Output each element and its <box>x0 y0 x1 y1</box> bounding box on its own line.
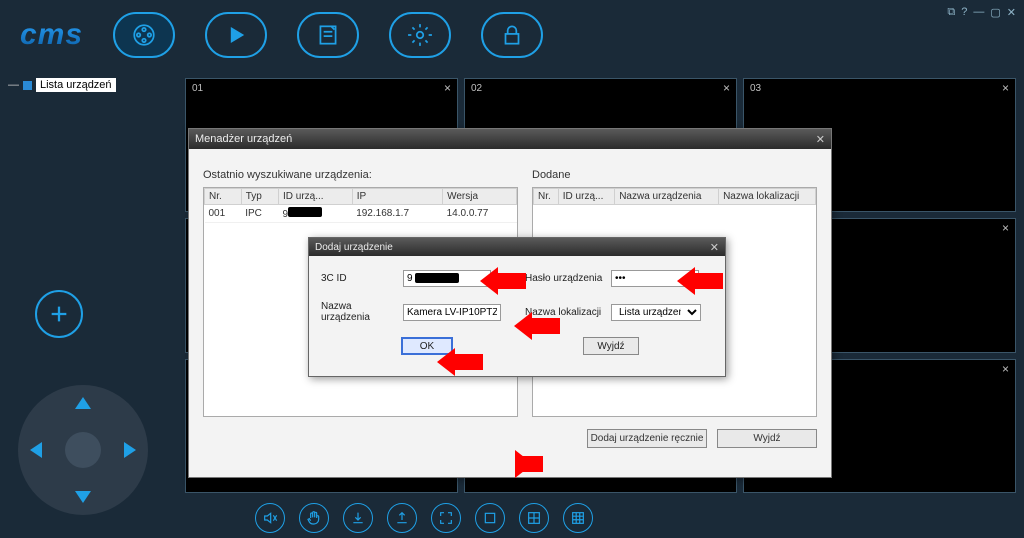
tile-close-icon[interactable]: × <box>1002 362 1009 376</box>
export-button[interactable] <box>387 503 417 533</box>
window-dualscreen-icon[interactable]: ⧉ <box>947 6 955 19</box>
ptz-center-button[interactable] <box>65 432 101 468</box>
tile-close-icon[interactable]: × <box>1002 221 1009 235</box>
app-header: cms ⧉ ? — ▢ ✕ <box>0 0 1024 70</box>
film-reel-icon <box>131 22 157 48</box>
password-label: Hasło urządzenia <box>525 273 603 284</box>
grid4-icon <box>526 510 542 526</box>
device-tree-panel: — Lista urządzeń <box>0 70 170 370</box>
tree-expander-icon[interactable]: — <box>8 79 19 91</box>
password-input[interactable] <box>611 270 699 287</box>
grid1-icon <box>482 510 498 526</box>
preview-toolbar <box>255 503 593 533</box>
add-manual-button[interactable]: Dodaj urządzenie ręcznie <box>587 429 707 448</box>
tree-root-label: Lista urządzeń <box>36 78 116 92</box>
id-label: 3C ID <box>321 273 395 284</box>
window-maximize-icon[interactable]: ▢ <box>990 6 1000 19</box>
add-device-close-icon[interactable]: ✕ <box>710 241 719 254</box>
tile-close-icon[interactable]: × <box>1002 81 1009 95</box>
ptz-up-button[interactable] <box>75 397 91 409</box>
import-icon <box>350 510 366 526</box>
tile-close-icon[interactable]: × <box>444 81 451 95</box>
add-device-exit-button[interactable]: Wyjdź <box>583 337 639 355</box>
window-controls: ⧉ ? — ▢ ✕ <box>947 6 1016 19</box>
fullscreen-button[interactable] <box>431 503 461 533</box>
location-label: Nazwa lokalizacji <box>525 307 603 318</box>
window-minimize-icon[interactable]: — <box>973 6 984 19</box>
tree-node-icon <box>23 81 32 90</box>
device-manager-title: Menadżer urządzeń <box>195 133 292 145</box>
table-row[interactable]: 001 IPC 9 192.168.1.7 14.0.0.77 <box>205 205 517 223</box>
nav-playback-button[interactable] <box>205 12 267 58</box>
nav-settings-button[interactable] <box>389 12 451 58</box>
added-devices-label: Dodane <box>532 169 817 181</box>
fullscreen-icon <box>438 510 454 526</box>
mute-icon <box>262 510 278 526</box>
window-close-icon[interactable]: ✕ <box>1007 6 1016 19</box>
add-device-button[interactable] <box>35 290 83 338</box>
add-device-title: Dodaj urządzenie <box>315 242 393 253</box>
play-icon <box>223 22 249 48</box>
ok-button[interactable]: OK <box>401 337 453 355</box>
nav-live-button[interactable] <box>113 12 175 58</box>
layout-9-button[interactable] <box>563 503 593 533</box>
recent-devices-label: Ostatnio wyszukiwane urządzenia: <box>203 169 518 181</box>
lock-icon <box>499 22 525 48</box>
app-logo: cms <box>20 18 83 52</box>
add-device-dialog: Dodaj urządzenie ✕ 3C ID Hasło urządzeni… <box>308 237 726 377</box>
ptz-left-button[interactable] <box>30 442 42 458</box>
import-button[interactable] <box>343 503 373 533</box>
tree-root-item[interactable]: — Lista urządzeń <box>8 78 162 92</box>
ptz-dpad <box>18 385 148 515</box>
layout-4-button[interactable] <box>519 503 549 533</box>
nav-log-button[interactable] <box>297 12 359 58</box>
pan-button[interactable] <box>299 503 329 533</box>
device-manager-titlebar[interactable]: Menadżer urządzeń ✕ <box>189 129 831 149</box>
device-manager-exit-button[interactable]: Wyjdź <box>717 429 817 448</box>
gear-icon <box>407 22 433 48</box>
tile-close-icon[interactable]: × <box>723 81 730 95</box>
grid9-icon <box>570 510 586 526</box>
layout-1-button[interactable] <box>475 503 505 533</box>
ptz-down-button[interactable] <box>75 491 91 503</box>
hand-icon <box>306 510 322 526</box>
plus-icon <box>48 303 70 325</box>
device-name-input[interactable] <box>403 304 501 321</box>
window-help-icon[interactable]: ? <box>961 6 967 19</box>
notes-icon <box>315 22 341 48</box>
mute-button[interactable] <box>255 503 285 533</box>
location-select[interactable]: Lista urządzeń <box>611 304 701 321</box>
device-name-label: Nazwa urządzenia <box>321 301 395 323</box>
add-device-titlebar[interactable]: Dodaj urządzenie ✕ <box>309 238 725 256</box>
nav-lock-button[interactable] <box>481 12 543 58</box>
device-manager-close-icon[interactable]: ✕ <box>816 133 825 146</box>
export-icon <box>394 510 410 526</box>
ptz-right-button[interactable] <box>124 442 136 458</box>
